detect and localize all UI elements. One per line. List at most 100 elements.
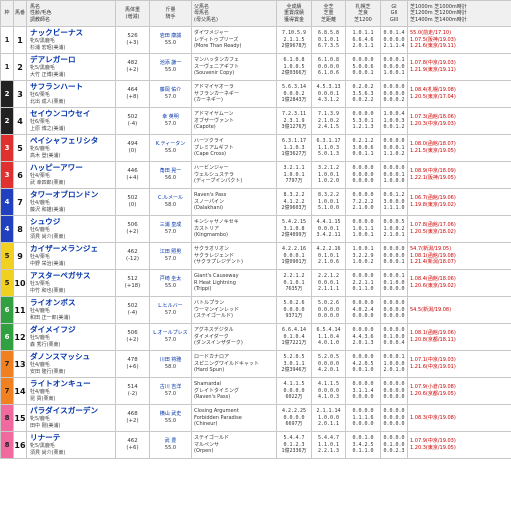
sire-name: ハーツクライ <box>194 138 224 145</box>
horse-weight-cell: 494 (0) <box>115 134 150 162</box>
horse-sex-color: 牡6/栗毛 <box>30 92 50 98</box>
stats-shiba-cell: 5.4.4.7 1.1.0.1 2.2.1.3 <box>311 431 346 459</box>
horse-number: 14 <box>13 377 27 405</box>
horse-name-cell: ライオンボス 牡4/鹿毛 和田 正一郎(美浦) <box>26 296 116 324</box>
jockey-link[interactable]: 川田 将雅 <box>151 357 191 364</box>
horse-sex-color: 牝5/黒鹿毛 <box>30 65 55 71</box>
stats-all-cell: 7.2.3.11 2.3.1.9 3億1276万 <box>276 107 312 135</box>
pedigree-cell: マンハッタンカフェ スーヴェニアギフト (Souvenir Copy) <box>191 53 277 81</box>
stats-all-cell: 5.0.2.6 0.0.0.0 9371万 <box>276 296 312 324</box>
stats-sapporo-cell: 0.0.0.0 5.3.0.1 1.2.1.3 <box>345 107 381 135</box>
stats-grade-cell: 0.0.1.4 0.0.0.0 2.1.1.4 <box>380 26 408 54</box>
jockey-cell: L.オールプレス 57.0 <box>149 323 192 351</box>
jockey-link[interactable]: 三浦 皇成 <box>151 222 191 229</box>
horse-trainer: 武 幸四郎(栗東) <box>30 180 66 186</box>
stats-sapporo-cell: 0.2.1.2 3.0.0.6 0.0.1.1 <box>345 134 381 162</box>
horse-row: 4 8 シュウジ 牡6/鹿毛 須貝 尚介(栗東) 506 (+2) 三浦 皇成 57… <box>0 215 511 243</box>
waku-cell: 1 <box>0 53 14 81</box>
sire-name: マンハッタンカフェ <box>194 57 240 64</box>
jockey-link[interactable]: 幸 英明 <box>151 114 191 121</box>
horse-name-link[interactable]: ペイシャフェリシタ <box>30 136 115 146</box>
stats-shiba-cell: 5.0.2.6 0.0.0.0 0.0.0.0 <box>311 296 346 324</box>
best-times-cell: 54.5(新潟/19.08) <box>407 296 511 324</box>
dam-name: R Heat Lightning <box>194 279 236 286</box>
horse-name-cell: ペイシャフェリシタ 牝6/鹿毛 高木 登(美浦) <box>26 134 116 162</box>
horse-number: 6 <box>13 161 27 189</box>
horse-weight-cell: 506 (+2) <box>115 323 150 351</box>
jockey-link[interactable]: L.オールプレス <box>151 330 191 337</box>
stats-shiba-cell: 4.2.2.16 0.1.0.1 2.1.0.6 <box>311 242 346 270</box>
horse-name-link[interactable]: デアレガーロ <box>30 55 115 65</box>
header-weight: 馬体重 (増減) <box>115 0 150 27</box>
horse-weight-cell: 526 (+3) <box>115 26 150 54</box>
horse-name-link[interactable]: サフランハート <box>30 82 115 92</box>
broodmare-sire: (Souvenir Copy) <box>194 70 235 77</box>
jockey-link[interactable]: K.ティータン <box>151 141 191 148</box>
horse-sex-color: 牝5/鹿毛 <box>30 416 50 422</box>
horse-name-link[interactable]: カイザーメランジェ <box>30 244 115 254</box>
pedigree-cell: ハーツクライ プレミアムギフト (Cape Cross) <box>191 134 277 162</box>
horse-name-link[interactable]: パラダイスガーデン <box>30 406 115 416</box>
horse-name-link[interactable]: ダイメイフジ <box>30 325 115 335</box>
horse-weight-cell: 462 (+6) <box>115 431 150 459</box>
horse-weight-cell: 514 (-2) <box>115 377 150 405</box>
sire-name: サクラオリオン <box>194 246 230 253</box>
broodmare-sire: (カーネギー) <box>194 97 223 104</box>
horse-name-cell: ダイメイフジ 牡5/鹿毛 森 秀行(栗東) <box>26 323 116 351</box>
horse-weight-cell: 506 (+2) <box>115 215 150 243</box>
jockey-link[interactable]: 藤岡 佑介 <box>151 87 191 94</box>
horse-name-cell: タワーオブロンドン 牡4/鹿毛 藤沢 和雄(美浦) <box>26 188 116 216</box>
horse-name-cell: デアレガーロ 牝5/黒鹿毛 大竹 正博(美浦) <box>26 53 116 81</box>
horse-weight-cell: 478 (+6) <box>115 350 150 378</box>
header-times: 芝1000m 芝1000m時計 芝1200m 芝1200m時計 芝1400m 芝14… <box>407 0 511 27</box>
waku-cell: 7 <box>0 377 14 405</box>
horse-name-link[interactable]: シュウジ <box>30 217 115 227</box>
horse-trainer: 杉浦 宏昭(美浦) <box>30 45 66 51</box>
horse-name-link[interactable]: ライオンボス <box>30 298 115 308</box>
stats-grade-cell: 0.0.0.5 1.0.0.2 2.1.0.1 <box>380 215 408 243</box>
waku-cell: 6 <box>0 296 14 324</box>
horse-name-link[interactable]: ダノンスマッシュ <box>30 352 115 362</box>
header-row: 枠 馬番 馬名 性齢/毛色 調教師名 馬体重 (増減) 斤量 騎手 父馬名 母馬名 (母父馬… <box>0 0 511 27</box>
jockey-link[interactable]: L.ヒルバー <box>151 303 191 310</box>
horse-name-link[interactable]: ナックビーナス <box>30 28 115 38</box>
horse-number: 7 <box>13 188 27 216</box>
horse-name-link[interactable]: ハッピーアワー <box>30 163 115 173</box>
jockey-link[interactable]: 武 豊 <box>151 438 191 445</box>
jockey-cell: 岩田 康誠 55.0 <box>149 26 192 54</box>
sire-name: キンシャサノキセキ <box>194 219 239 226</box>
pedigree-cell: サクラオリオン サクラレジェンド (サクラプレジデント) <box>191 242 277 270</box>
stats-grade-cell: 1.0.0.4 1.0.0.3 0.0.1.2 <box>380 107 408 135</box>
horse-name-link[interactable]: アスターペガサス <box>30 271 115 281</box>
pedigree-cell: アグネスデジタル ダイメイダーク (ダンスインザダーク) <box>191 323 277 351</box>
horse-sex-color: 牡4/栗毛 <box>30 254 50 260</box>
horse-name-link[interactable]: ライトオンキュー <box>30 379 115 389</box>
jockey-cell: 池添 謙一 55.0 <box>149 53 192 81</box>
horse-row: 1 2 デアレガーロ 牝5/黒鹿毛 大竹 正博(美浦) 482 (+2) 池添 謙… <box>0 53 511 81</box>
jockey-cell: 幸 英明 57.0 <box>149 107 192 135</box>
horse-number: 16 <box>13 431 27 459</box>
stats-all-cell: 4.1.1.5 0.0.0.0 6022万 <box>276 377 312 405</box>
horse-number: 5 <box>13 134 27 162</box>
broodmare-sire: (Hard Spun) <box>194 367 225 374</box>
jockey-link[interactable]: 横山 武史 <box>151 411 191 418</box>
horse-number: 1 <box>13 26 27 54</box>
jockey-link[interactable]: 戸崎 圭太 <box>151 276 191 283</box>
horse-sex-color: 牝6/鹿毛 <box>30 146 50 152</box>
horse-name-link[interactable]: タワーオブロンドン <box>30 190 115 200</box>
jockey-link[interactable]: C.ルメール <box>151 195 191 202</box>
jockey-link[interactable]: 池添 謙一 <box>151 60 191 67</box>
header-uma: 馬番 <box>13 0 27 27</box>
horse-trainer: 和田 正一郎(美浦) <box>30 315 71 321</box>
jockey-link[interactable]: 古川 吉洋 <box>151 384 191 391</box>
horse-trainer: 昆 貢(栗東) <box>30 396 56 402</box>
jockey-link[interactable]: 岩田 康誠 <box>151 33 191 40</box>
horse-name-link[interactable]: セイウンコウセイ <box>30 109 115 119</box>
horse-name-link[interactable]: リナーテ <box>30 433 115 443</box>
jockey-link[interactable]: 江田 照男 <box>151 249 191 256</box>
stats-shiba-cell: 6.5.4.14 1.1.0.4 4.0.1.0 <box>311 323 346 351</box>
best-times-cell: 1.08.4(函館/18.06) 1.20.6(東京/19.02) <box>407 269 511 297</box>
pedigree-cell: Giant's Causeway R Heat Lightning (Trippi) <box>191 269 277 297</box>
jockey-link[interactable]: 角田 晃一 <box>151 168 191 175</box>
waku-cell: 4 <box>0 188 14 216</box>
